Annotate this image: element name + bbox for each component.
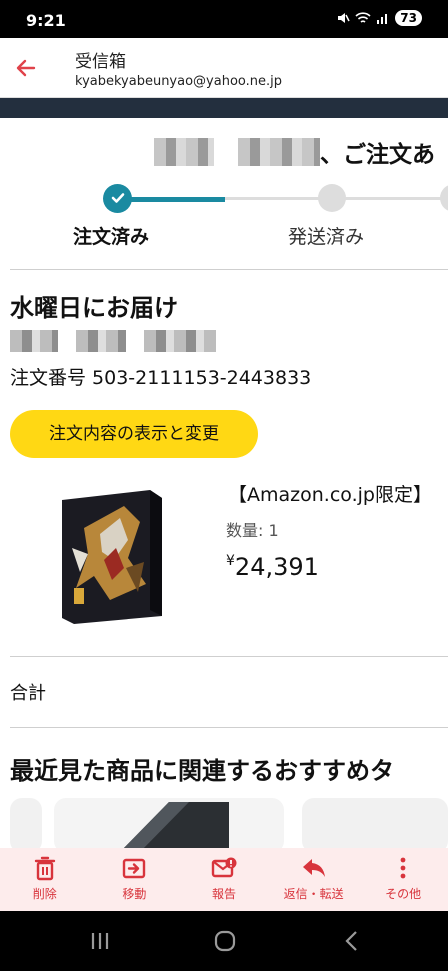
greeting-text: 、ご注文あ [320, 142, 435, 168]
recommendation-product-image [119, 802, 229, 853]
recommendations-heading: 最近見た商品に関連するおすすめタ [10, 757, 394, 785]
home-icon[interactable] [213, 929, 237, 953]
divider [10, 656, 448, 657]
report-button[interactable]: 報告 [179, 848, 269, 911]
more-label: その他 [385, 887, 422, 901]
battery-indicator: 73 [395, 10, 422, 26]
email-action-toolbar: 削除 移動 報告 返信・転送 その他 [0, 848, 448, 911]
divider [10, 727, 448, 728]
report-icon [211, 857, 237, 878]
move-button[interactable]: 移動 [90, 848, 180, 911]
recent-apps-icon[interactable] [88, 929, 112, 953]
back-nav-icon[interactable] [340, 929, 364, 953]
app-header: 受信箱 kyabekyabeunyao@yahoo.ne.jp [0, 38, 448, 98]
step-label-shipped: 発送済み [288, 226, 365, 248]
account-email: kyabekyabeunyao@yahoo.ne.jp [75, 74, 282, 89]
status-bar: 9:21 73 [0, 0, 448, 38]
masked-text [144, 330, 216, 352]
recommendation-card[interactable] [54, 798, 284, 853]
signal-icon [377, 14, 388, 24]
reply-forward-button[interactable]: 返信・転送 [269, 848, 359, 911]
product-quantity: 数量: 1 [226, 521, 279, 540]
recommendation-card[interactable] [302, 798, 448, 853]
status-time: 9:21 [26, 11, 66, 30]
trash-icon [34, 856, 55, 881]
system-nav-bar [0, 911, 448, 971]
view-order-button[interactable]: 注文内容の表示と変更 [10, 410, 258, 458]
product-image[interactable] [54, 488, 164, 626]
masked-text [10, 330, 58, 352]
masked-text [76, 330, 126, 352]
price-value: 24,391 [234, 553, 319, 581]
mute-icon [338, 13, 350, 23]
masked-address [10, 330, 216, 352]
delete-label: 削除 [32, 887, 57, 901]
check-icon [111, 193, 124, 203]
delivery-heading: 水曜日にお届け [10, 294, 178, 322]
reply-icon [302, 859, 325, 877]
masked-name [154, 138, 214, 166]
more-icon [400, 857, 406, 879]
step-label-ordered: 注文済み [73, 226, 150, 248]
delete-button[interactable]: 削除 [0, 848, 90, 911]
wifi-icon [355, 12, 371, 23]
reply-forward-label: 返信・転送 [283, 887, 344, 901]
total-label: 合計 [10, 683, 46, 704]
currency-symbol: ¥ [226, 553, 235, 569]
divider [10, 269, 448, 270]
product-title[interactable]: 【Amazon.co.jp限定】 [228, 480, 432, 507]
report-label: 報告 [211, 887, 236, 901]
recommendation-card[interactable] [10, 798, 42, 853]
progress-fill [117, 197, 225, 202]
masked-name [238, 138, 320, 166]
status-icons: 73 [336, 10, 422, 26]
move-icon [123, 858, 146, 879]
greeting: 、ご注文あ [154, 134, 435, 170]
order-number: 注文番号 503-2111153-2443833 [10, 367, 312, 389]
move-label: 移動 [122, 887, 147, 901]
amazon-header-band [0, 98, 448, 118]
back-arrow-icon [16, 59, 36, 77]
folder-title: 受信箱 [75, 52, 126, 72]
product-price: ¥24,391 [226, 553, 319, 581]
step-ordered-check [103, 184, 132, 213]
step-next-dot [440, 184, 448, 212]
step-shipped-dot [318, 184, 346, 212]
back-button[interactable] [14, 52, 50, 84]
more-button[interactable]: その他 [358, 848, 448, 911]
